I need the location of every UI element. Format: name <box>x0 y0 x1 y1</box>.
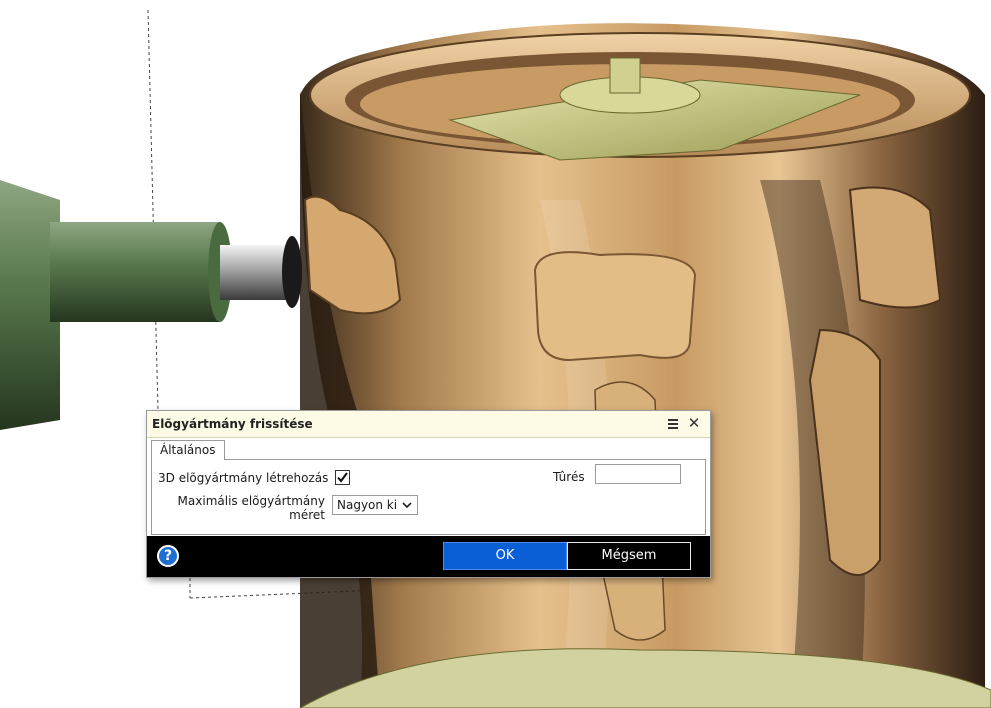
menu-icon[interactable] <box>666 417 680 431</box>
cad-viewport[interactable] <box>0 0 991 708</box>
update-stock-dialog: Elõgyártmány frissítése ✕ Általános 3D e… <box>146 410 711 578</box>
max-stock-size-label-line1: Maximális elõgyártmány <box>177 494 325 508</box>
create-3d-stock-checkbox[interactable] <box>335 470 350 485</box>
dialog-footer: ? OK Mégsem <box>147 536 710 577</box>
tolerance-input[interactable] <box>595 464 681 484</box>
ok-button[interactable]: OK <box>443 542 567 570</box>
create-3d-stock-label: 3D elõgyártmány létrehozás <box>158 471 329 485</box>
help-icon[interactable]: ? <box>157 545 179 567</box>
checkmark-icon <box>337 472 348 483</box>
dialog-titlebar[interactable]: Elõgyártmány frissítése ✕ <box>147 411 710 438</box>
chevron-down-icon <box>402 502 412 509</box>
max-stock-size-select[interactable]: Nagyon ki <box>332 495 418 515</box>
tab-general[interactable]: Általános <box>151 440 225 460</box>
max-stock-size-label: Maximális elõgyártmány méret <box>178 494 325 522</box>
workpiece-model <box>298 23 991 708</box>
dialog-title: Elõgyártmány frissítése <box>152 417 313 431</box>
max-stock-size-value: Nagyon ki <box>337 498 398 512</box>
cutting-tool <box>0 180 302 430</box>
tab-panel-general: 3D elõgyártmány létrehozás Maximális elõ… <box>151 459 706 535</box>
max-stock-size-label-line2: méret <box>289 508 325 522</box>
cancel-button[interactable]: Mégsem <box>567 542 691 570</box>
close-icon[interactable]: ✕ <box>686 415 702 431</box>
tolerance-label: Tûrés <box>553 470 585 484</box>
